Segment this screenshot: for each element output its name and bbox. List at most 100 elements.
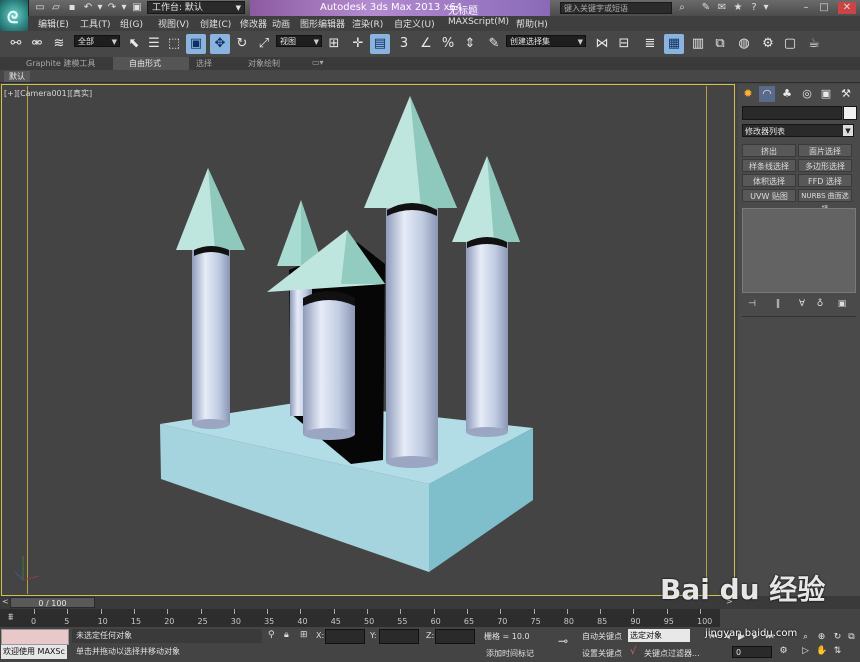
modifier-list-dropdown[interactable]: 修改器列表 ▼	[742, 124, 854, 137]
rendered-frame-icon[interactable]: ▢	[780, 34, 800, 54]
keyboard-shortcut-override-icon[interactable]: ▤	[370, 34, 390, 54]
ribbon-options-icon[interactable]: ▭▾	[312, 58, 324, 67]
percent-snap-icon[interactable]: %	[438, 34, 458, 54]
configure-modifier-sets-icon[interactable]: ▣	[836, 298, 848, 310]
unlink-icon[interactable]: ⚮	[27, 34, 47, 54]
tab-selection[interactable]: 选择	[196, 58, 212, 69]
material-editor-icon[interactable]: ◍	[734, 34, 754, 54]
maximize-icon[interactable]: □	[818, 2, 830, 14]
set-key-button[interactable]: 设置关键点	[582, 648, 622, 659]
pan-icon[interactable]: ✋	[816, 646, 827, 657]
subscription-icon[interactable]: ✎	[700, 2, 712, 14]
select-object-icon[interactable]: ⬉	[124, 34, 144, 54]
poly-select-button[interactable]: 多边形选择	[798, 159, 852, 172]
binoculars-icon[interactable]: ⌕	[676, 2, 688, 14]
select-manipulate-icon[interactable]: ✛	[348, 34, 368, 54]
menu-views[interactable]: 视图(V)	[158, 17, 189, 30]
new-file-icon[interactable]: ▭	[34, 2, 46, 13]
menu-create[interactable]: 创建(C)	[200, 17, 231, 30]
angle-snap-icon[interactable]: ∠	[416, 34, 436, 54]
auto-key-button[interactable]: 自动关键点	[582, 631, 622, 642]
x-coordinate-field[interactable]	[325, 629, 365, 644]
create-tab-icon[interactable]: ✹	[740, 86, 756, 102]
selection-filter-dropdown[interactable]: 全部 ▼	[74, 35, 120, 47]
modify-tab-icon[interactable]: ◠	[759, 86, 775, 102]
workspace-dropdown[interactable]: 工作台: 默认 ▼	[147, 1, 245, 14]
menu-help[interactable]: 帮助(H)	[516, 17, 548, 30]
current-frame-field[interactable]: 0	[732, 646, 772, 658]
time-prev-icon[interactable]: <	[2, 597, 9, 606]
object-name-field[interactable]	[742, 106, 842, 120]
ribbon-default-tab[interactable]: 默认	[4, 71, 30, 82]
mini-curve-editor-icon[interactable]: ⩩	[8, 612, 13, 623]
snaps-toggle-icon[interactable]: 3	[394, 34, 414, 54]
object-color-swatch[interactable]	[843, 106, 857, 120]
align-icon[interactable]: ⊟	[614, 34, 634, 54]
spinner-snap-icon[interactable]: ⇕	[460, 34, 480, 54]
key-mode-icon[interactable]: √	[630, 646, 636, 657]
menu-graph-editors[interactable]: 图形编辑器	[300, 17, 345, 30]
minimize-icon[interactable]: –	[800, 2, 812, 14]
named-selection-dropdown[interactable]: 创建选择集 ▼	[506, 35, 586, 47]
rectangular-selection-icon[interactable]: ⬚	[164, 34, 184, 54]
zoom-all-icon[interactable]: ⊕	[816, 632, 827, 643]
window-crossing-icon[interactable]: ▣	[186, 34, 206, 54]
save-icon[interactable]: ▪	[66, 2, 78, 13]
key-filters-button[interactable]: 关键点过滤器...	[644, 648, 700, 659]
search-input[interactable]: 键入关键字或短语	[560, 2, 672, 14]
undo-dropdown-icon[interactable]: ▾	[94, 2, 106, 13]
selection-set-dropdown[interactable]: 选定对象	[628, 629, 690, 642]
time-config-icon[interactable]: ⚙	[778, 646, 789, 657]
key-icon[interactable]: ⊸	[558, 634, 568, 648]
tab-graphite[interactable]: Graphite 建模工具	[26, 58, 95, 69]
maxscript-welcome[interactable]: 欢迎使用 MAXSc	[1, 645, 67, 659]
zoom-icon[interactable]: ⌕	[800, 632, 811, 643]
help-dropdown-icon[interactable]: ▾	[760, 2, 772, 14]
graphite-toggle-icon[interactable]: ▦	[664, 34, 684, 54]
absolute-mode-icon[interactable]: ⊞	[300, 630, 308, 640]
nurbs-surface-select-button[interactable]: NURBS 曲面选择	[798, 189, 852, 213]
link-icon[interactable]: ⚯	[6, 34, 26, 54]
menu-rendering[interactable]: 渲染(R)	[352, 17, 383, 30]
menu-customize[interactable]: 自定义(U)	[394, 17, 435, 30]
reference-coordinate-dropdown[interactable]: 视图 ▼	[276, 35, 322, 47]
schematic-view-icon[interactable]: ⧉	[710, 34, 730, 54]
app-logo-button[interactable]: ᘓ	[0, 0, 29, 34]
open-file-icon[interactable]: ▱	[50, 2, 62, 13]
ffd-select-button[interactable]: FFD 选择	[798, 174, 852, 187]
pivot-center-icon[interactable]: ⊞	[324, 34, 344, 54]
maximize-viewport-icon[interactable]: ⧉	[846, 632, 857, 643]
y-coordinate-field[interactable]	[379, 629, 419, 644]
pin-stack-icon[interactable]: ⊣	[746, 298, 758, 310]
spline-select-button[interactable]: 样条线选择	[742, 159, 796, 172]
favorites-icon[interactable]: ★	[732, 2, 744, 14]
hierarchy-tab-icon[interactable]: ♣	[779, 86, 795, 102]
project-folder-icon[interactable]: ▣	[131, 2, 143, 13]
menu-maxscript[interactable]: MAXScript(M)	[448, 17, 509, 27]
render-icon[interactable]: ☕	[804, 34, 824, 54]
bind-spacewarp-icon[interactable]: ≋	[49, 34, 69, 54]
edit-named-selection-icon[interactable]: ✎	[484, 34, 504, 54]
menu-edit[interactable]: 编辑(E)	[38, 17, 69, 30]
time-slider-thumb[interactable]: 0 / 100	[10, 597, 95, 608]
motion-tab-icon[interactable]: ◎	[799, 86, 815, 102]
orbit-icon[interactable]: ↻	[832, 632, 843, 643]
curve-editor-icon[interactable]: ▥	[688, 34, 708, 54]
display-tab-icon[interactable]: ▣	[818, 86, 834, 102]
remove-modifier-icon[interactable]: ♁	[814, 298, 826, 310]
mirror-icon[interactable]: ⋈	[592, 34, 612, 54]
fov-icon[interactable]: ▷	[800, 646, 811, 657]
modifier-stack[interactable]	[742, 208, 856, 293]
lock-icon[interactable]: 🔒︎	[284, 630, 289, 640]
utilities-tab-icon[interactable]: ⚒	[838, 86, 854, 102]
show-end-result-icon[interactable]: ‖	[772, 298, 784, 310]
menu-animation[interactable]: 动画	[272, 17, 290, 30]
select-and-scale-icon[interactable]: ⤢	[254, 34, 274, 54]
menu-modifiers[interactable]: 修改器	[240, 17, 267, 30]
volume-select-button[interactable]: 体积选择	[742, 174, 796, 187]
tab-object-paint[interactable]: 对象绘制	[248, 58, 280, 69]
render-setup-icon[interactable]: ⚙	[758, 34, 778, 54]
uvw-map-button[interactable]: UVW 贴图	[742, 189, 796, 202]
add-time-tag[interactable]: 添加时间标记	[486, 648, 534, 659]
redo-dropdown-icon[interactable]: ▾	[118, 2, 130, 13]
